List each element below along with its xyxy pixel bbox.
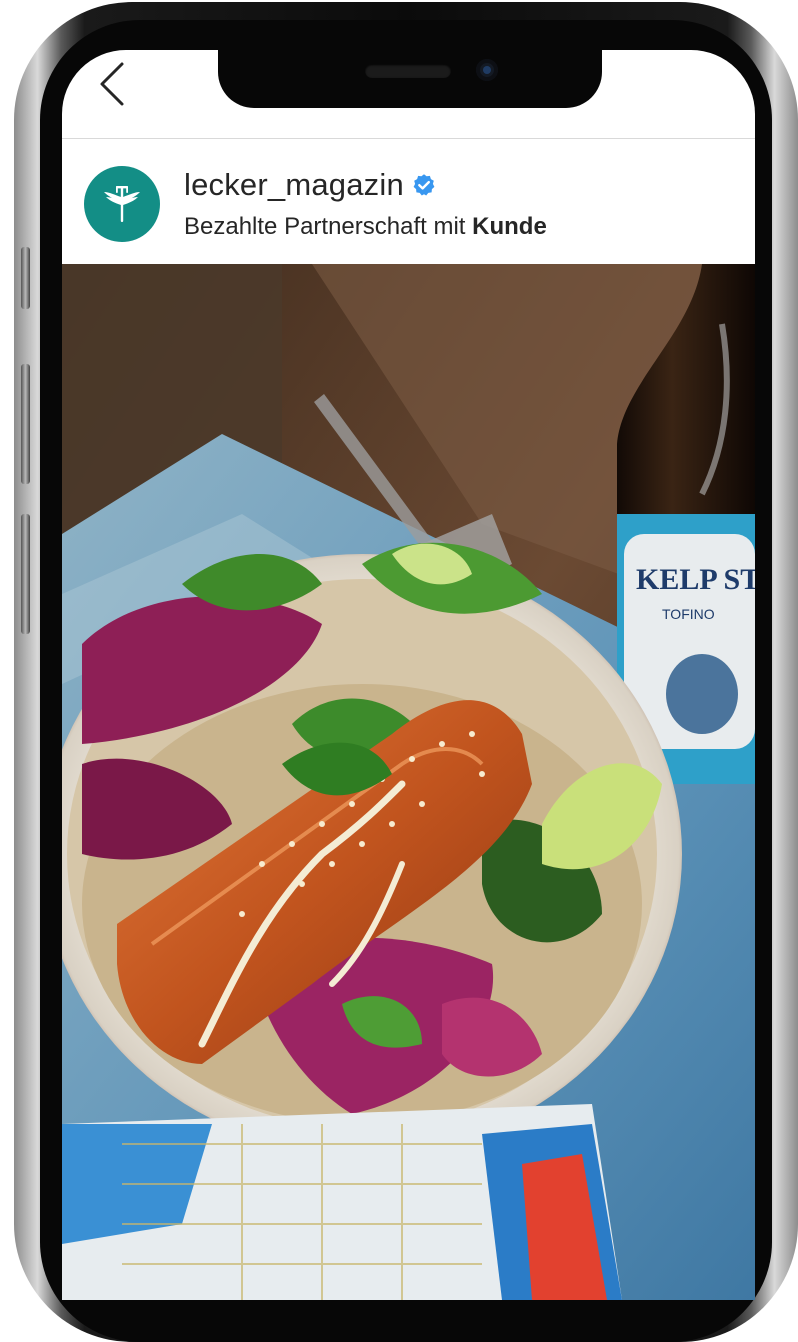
volume-down-button <box>21 514 30 634</box>
mute-switch <box>21 247 30 309</box>
username-row: lecker_magazin <box>184 167 436 203</box>
verified-badge-icon <box>413 174 435 196</box>
phone-screen: lecker_magazin Bezahlte Partnerschaft mi… <box>62 50 755 1300</box>
paid-partnership-line: Bezahlte Partnerschaft mit Kunde <box>184 213 547 241</box>
back-button[interactable] <box>92 56 132 112</box>
partner-name[interactable]: Kunde <box>472 213 547 240</box>
post-photo[interactable]: KELP STO TOFINO <box>62 264 755 1300</box>
bottle-label: KELP STO <box>636 563 755 596</box>
earpiece-speaker <box>365 64 451 78</box>
username[interactable]: lecker_magazin <box>184 167 404 203</box>
food-photo-illustration: KELP STO TOFINO <box>62 264 755 1300</box>
winged-fork-logo-icon <box>104 186 140 222</box>
volume-up-button <box>21 364 30 484</box>
post-header: lecker_magazin Bezahlte Partnerschaft mi… <box>62 139 755 264</box>
paid-partnership-text: Bezahlte Partnerschaft mit <box>184 213 466 240</box>
avatar[interactable] <box>84 166 160 242</box>
notch <box>218 50 602 108</box>
front-camera <box>476 59 498 81</box>
bottle-sublabel: TOFINO <box>662 606 715 622</box>
chevron-left-icon <box>100 62 124 106</box>
